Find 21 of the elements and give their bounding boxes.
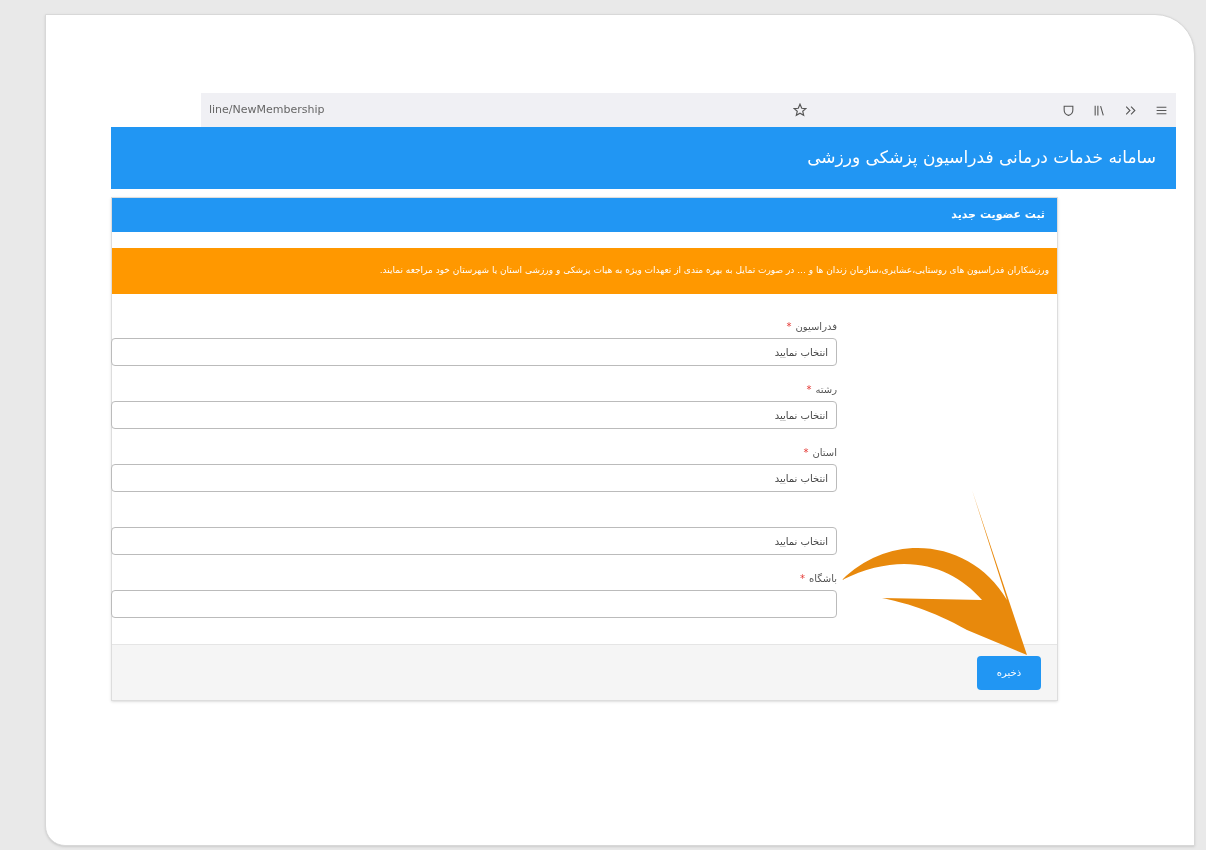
- select-field[interactable]: انتخاب نمایید: [111, 464, 837, 492]
- field-label: فدراسیون: [795, 319, 837, 334]
- select-field[interactable]: انتخاب نمایید: [111, 527, 837, 555]
- field-label: رشته: [815, 382, 837, 397]
- chevrons-icon[interactable]: [1124, 103, 1137, 117]
- select-field[interactable]: انتخاب نمایید: [111, 401, 837, 429]
- field-label: استان: [812, 445, 837, 460]
- site-title: سامانه خدمات درمانی فدراسیون پزشکی ورزشی: [807, 146, 1156, 170]
- shield-icon[interactable]: [1062, 103, 1075, 117]
- input-field[interactable]: [111, 590, 837, 618]
- star-icon[interactable]: [793, 103, 807, 117]
- library-icon[interactable]: [1093, 103, 1106, 117]
- select-field[interactable]: انتخاب نمایید: [111, 338, 837, 366]
- url-text[interactable]: line/NewMembership: [209, 101, 325, 119]
- notice-text: ورزشکاران فدراسیون های روستایی،عشایری،سازمان زندان ها و ... در صورت تمایل به بهره مندی از تعهدات ویژه به هیات پزشکی و ورزشی استان یا شهرستان خود مراجعه نمایند.: [379, 264, 1049, 278]
- required-mark: *: [806, 382, 812, 397]
- field-label: باشگاه: [808, 571, 837, 586]
- card-title: ثبت عضویت جدید: [951, 206, 1045, 223]
- required-mark: *: [803, 445, 809, 460]
- required-mark: *: [786, 319, 792, 334]
- required-mark: *: [799, 571, 805, 586]
